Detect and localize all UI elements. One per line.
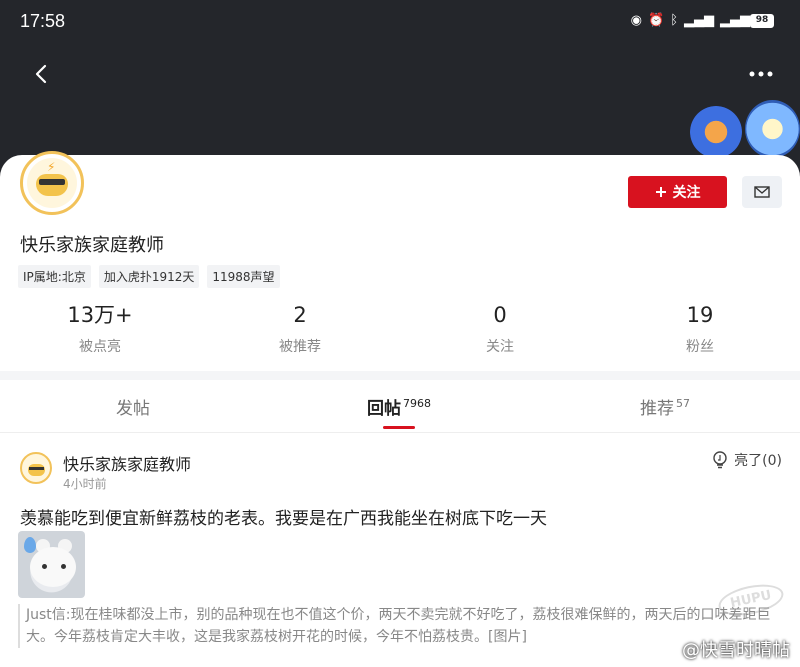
eye-icon: ◉ [630,13,642,28]
join-days-tag: 加入虎扑1912天 [98,265,200,288]
post-avatar[interactable] [20,452,52,484]
stat-value: 19 [686,303,714,327]
achievement-badge[interactable] [690,106,742,158]
avatar[interactable]: ⚡ [20,151,84,215]
lightbulb-icon [713,451,727,469]
profile-card: ⚡ 关注 快乐家族家庭教师 IP属地:北京 加入虎扑1912天 11988声望 … [0,151,800,370]
stat-label: 关注 [486,339,514,355]
post-time: 4小时前 [63,477,107,491]
stat-label: 被点亮 [79,339,121,355]
tab-border [0,432,800,433]
bluetooth-icon: ᛒ [670,13,678,28]
post-image[interactable] [18,531,85,598]
tab-posts[interactable]: 发帖 [0,380,266,432]
mail-icon [754,186,770,198]
stat-label: 被推荐 [279,339,321,355]
follow-button[interactable]: 关注 [628,176,727,208]
status-icons: ◉ ⏰ ᛒ ▂▄▆ ▂▄▆ [631,13,750,28]
status-bar: 17:58 ◉ ⏰ ᛒ ▂▄▆ ▂▄▆ 98 [0,0,800,44]
status-time: 17:58 [20,11,66,31]
chevron-left-icon [35,64,47,84]
watermark: @快雪时晴帖 [682,640,790,661]
more-icon [749,71,773,77]
more-options-button[interactable] [746,60,776,88]
tab-count: 7968 [403,397,431,411]
achievement-badge[interactable] [745,100,800,158]
stat-value: 13万+ [67,303,133,327]
tab-label: 推荐 [640,399,674,419]
stat-value: 2 [293,303,307,327]
stat-recommended[interactable]: 2 被推荐 [200,300,400,360]
alarm-icon: ⏰ [648,13,665,28]
tab-replies[interactable]: 回帖 7968 [266,380,532,432]
active-tab-indicator [383,426,415,429]
stat-value: 0 [493,303,507,327]
stat-label: 粉丝 [686,339,714,355]
back-button[interactable] [28,60,56,88]
message-button[interactable] [742,176,782,208]
stat-lit[interactable]: 13万+ 被点亮 [0,300,200,360]
follow-label: 关注 [672,185,701,201]
username: 快乐家族家庭教师 [20,235,164,256]
avatar-image: ⚡ [27,158,77,208]
signal-icon: ▂▄▆ [684,13,714,28]
plus-icon [655,187,666,197]
tab-label: 发帖 [116,399,150,419]
quoted-reply[interactable]: Just信:现在桂味都没上市，别的品种现在也不值这个价，两天不卖完就不好吃了，荔… [18,604,788,648]
lightning-icon: ⚡ [47,160,56,174]
stat-following[interactable]: 0 关注 [400,300,600,360]
profile-tags: IP属地:北京 加入虎扑1912天 11988声望 [18,265,280,288]
section-divider [0,371,800,380]
post-text[interactable]: 羡慕能吃到便宜新鲜荔枝的老表。我要是在广西我能坐在树底下吃一天 [20,504,547,529]
signal-icon: ▂▄▆ [720,13,750,28]
profile-tabs: 发帖 回帖 7968 推荐 57 [0,380,800,432]
ip-location-tag: IP属地:北京 [18,265,91,288]
reputation-tag: 11988声望 [207,265,280,288]
battery-icon: 98 [750,14,774,28]
tab-label: 回帖 [367,399,401,419]
post-author[interactable]: 快乐家族家庭教师 [63,451,191,475]
sweat-drop-icon [24,537,36,553]
reply-post[interactable]: 快乐家族家庭教师 4小时前 亮了(0) 羡慕能吃到便宜新鲜荔枝的老表。我要是在广… [0,440,800,667]
like-button[interactable]: 亮了(0) [712,450,782,470]
stat-followers[interactable]: 19 粉丝 [600,300,800,360]
profile-stats: 13万+ 被点亮 2 被推荐 0 关注 19 粉丝 [0,300,800,360]
tab-count: 57 [676,397,690,411]
like-label: 亮了(0) [734,453,782,469]
tab-recommended[interactable]: 推荐 57 [532,380,798,432]
